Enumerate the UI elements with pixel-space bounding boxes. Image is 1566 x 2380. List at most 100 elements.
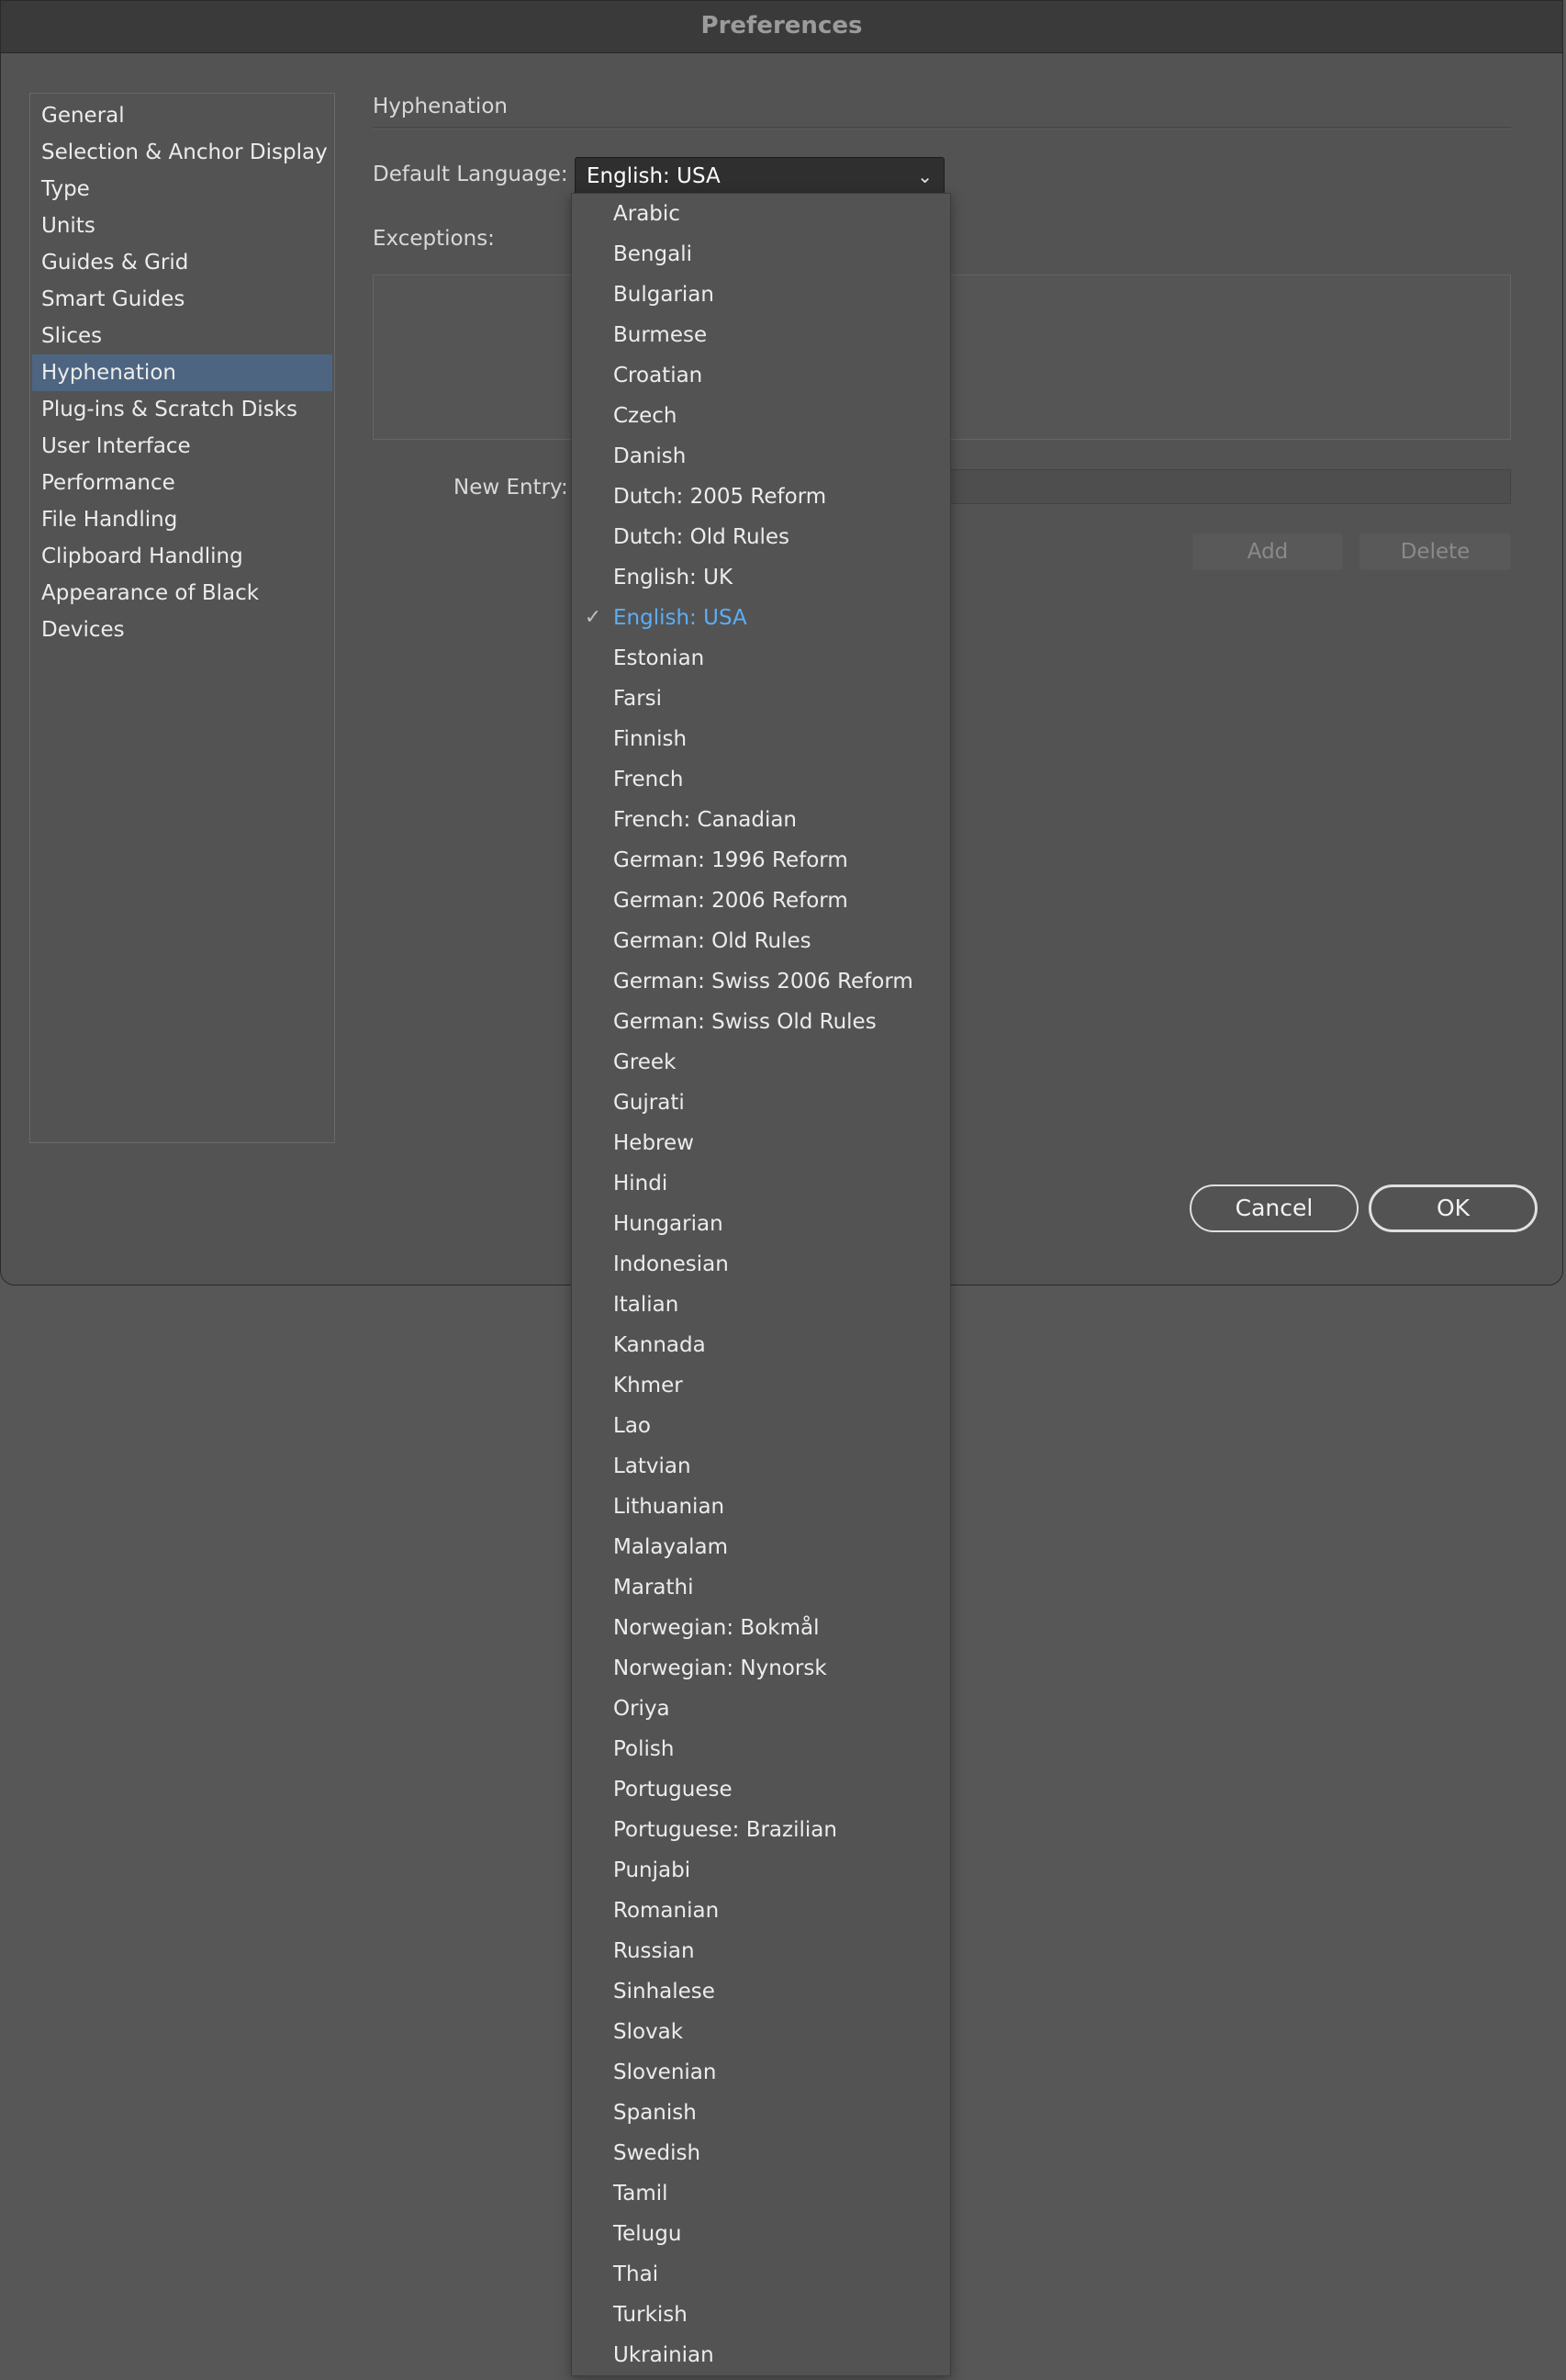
screen: Preferences General Selection & Anchor Di…	[0, 0, 1566, 2380]
sidebar-item-guides-grid[interactable]: Guides & Grid	[32, 244, 332, 281]
language-option-kannada[interactable]: Kannada	[572, 1325, 950, 1365]
sidebar-item-plug-ins-scratch-disks[interactable]: Plug-ins & Scratch Disks	[32, 391, 332, 428]
language-option-label: Burmese	[613, 323, 708, 347]
sidebar-item-general[interactable]: General	[32, 97, 332, 134]
language-option-finnish[interactable]: Finnish	[572, 719, 950, 759]
language-option-label: Dutch: Old Rules	[613, 525, 790, 549]
language-option-greek[interactable]: Greek	[572, 1042, 950, 1083]
language-option-lao[interactable]: Lao	[572, 1406, 950, 1446]
language-option-estonian[interactable]: Estonian	[572, 638, 950, 679]
language-option-ukrainian[interactable]: Ukrainian	[572, 2335, 950, 2375]
sidebar-item-slices[interactable]: Slices	[32, 318, 332, 354]
language-option-punjabi[interactable]: Punjabi	[572, 1850, 950, 1891]
language-option-oriya[interactable]: Oriya	[572, 1689, 950, 1729]
sidebar-item-file-handling[interactable]: File Handling	[32, 501, 332, 538]
delete-button[interactable]: Delete	[1359, 533, 1511, 570]
language-option-turkish[interactable]: Turkish	[572, 2295, 950, 2335]
language-option-marathi[interactable]: Marathi	[572, 1567, 950, 1608]
language-option-burmese[interactable]: Burmese	[572, 315, 950, 355]
language-option-slovenian[interactable]: Slovenian	[572, 2052, 950, 2093]
cancel-button[interactable]: Cancel	[1190, 1184, 1359, 1232]
language-option-label: Bulgarian	[613, 283, 714, 307]
language-option-label: Telugu	[613, 2222, 682, 2246]
sidebar-item-units[interactable]: Units	[32, 208, 332, 244]
language-option-bengali[interactable]: Bengali	[572, 234, 950, 275]
language-option-french[interactable]: French	[572, 759, 950, 800]
language-option-italian[interactable]: Italian	[572, 1285, 950, 1325]
language-option-english-uk[interactable]: English: UK	[572, 557, 950, 598]
language-option-hebrew[interactable]: Hebrew	[572, 1123, 950, 1163]
language-option-label: Finnish	[613, 727, 688, 751]
sidebar-item-smart-guides[interactable]: Smart Guides	[32, 281, 332, 318]
language-option-german-swiss-2006-reform[interactable]: German: Swiss 2006 Reform	[572, 961, 950, 1002]
sidebar-item-appearance-of-black[interactable]: Appearance of Black	[32, 575, 332, 612]
language-option-dutch-old-rules[interactable]: Dutch: Old Rules	[572, 517, 950, 557]
language-option-russian[interactable]: Russian	[572, 1931, 950, 1971]
language-option-arabic[interactable]: Arabic	[572, 194, 950, 234]
ok-button[interactable]: OK	[1369, 1184, 1538, 1232]
language-option-portuguese-brazilian[interactable]: Portuguese: Brazilian	[572, 1810, 950, 1850]
language-option-danish[interactable]: Danish	[572, 436, 950, 477]
language-option-farsi[interactable]: Farsi	[572, 679, 950, 719]
language-option-german-2006-reform[interactable]: German: 2006 Reform	[572, 881, 950, 921]
language-option-dutch-2005-reform[interactable]: Dutch: 2005 Reform	[572, 477, 950, 517]
language-option-label: Danish	[613, 444, 687, 468]
language-option-khmer[interactable]: Khmer	[572, 1365, 950, 1406]
language-option-hindi[interactable]: Hindi	[572, 1163, 950, 1204]
language-option-english-usa[interactable]: ✓ English: USA	[572, 598, 950, 638]
sidebar-item-clipboard-handling[interactable]: Clipboard Handling	[32, 538, 332, 575]
default-language-label: Default Language:	[373, 163, 568, 186]
language-option-label: French	[613, 768, 684, 791]
language-option-norwegian-nynorsk[interactable]: Norwegian: Nynorsk	[572, 1648, 950, 1689]
add-button[interactable]: Add	[1192, 533, 1343, 570]
language-option-label: Estonian	[613, 646, 705, 670]
language-option-hungarian[interactable]: Hungarian	[572, 1204, 950, 1244]
language-option-czech[interactable]: Czech	[572, 396, 950, 436]
language-option-norwegian-bokmal[interactable]: Norwegian: Bokmål	[572, 1608, 950, 1648]
language-option-label: Czech	[613, 404, 677, 428]
language-option-portuguese[interactable]: Portuguese	[572, 1769, 950, 1810]
language-option-polish[interactable]: Polish	[572, 1729, 950, 1769]
language-option-label: Oriya	[613, 1697, 670, 1721]
section-divider	[373, 127, 1511, 129]
language-option-romanian[interactable]: Romanian	[572, 1891, 950, 1931]
language-dropdown-menu[interactable]: Arabic Bengali Bulgarian Burmese Croatian Cze…	[571, 193, 951, 2376]
language-options-list: Arabic Bengali Bulgarian Burmese Croatian Cze…	[572, 194, 950, 2375]
language-option-german-old-rules[interactable]: German: Old Rules	[572, 921, 950, 961]
language-option-label: Portuguese	[613, 1778, 733, 1802]
language-option-french-canadian[interactable]: French: Canadian	[572, 800, 950, 840]
language-option-label: Norwegian: Nynorsk	[613, 1656, 827, 1680]
language-option-label: Greek	[613, 1050, 677, 1074]
sidebar-item-performance[interactable]: Performance	[32, 465, 332, 501]
language-option-gujrati[interactable]: Gujrati	[572, 1083, 950, 1123]
language-option-label: Tamil	[613, 2182, 668, 2206]
language-option-bulgarian[interactable]: Bulgarian	[572, 275, 950, 315]
language-option-telugu[interactable]: Telugu	[572, 2214, 950, 2254]
language-option-label: Latvian	[613, 1454, 691, 1478]
language-option-malayalam[interactable]: Malayalam	[572, 1527, 950, 1567]
language-option-thai[interactable]: Thai	[572, 2254, 950, 2295]
language-option-croatian[interactable]: Croatian	[572, 355, 950, 396]
sidebar-item-selection-anchor-display[interactable]: Selection & Anchor Display	[32, 134, 332, 171]
default-language-select[interactable]: English: USA ⌄	[575, 157, 945, 196]
language-option-tamil[interactable]: Tamil	[572, 2173, 950, 2214]
language-option-slovak[interactable]: Slovak	[572, 2012, 950, 2052]
sidebar-item-devices[interactable]: Devices	[32, 612, 332, 648]
language-option-label: Hungarian	[613, 1212, 723, 1236]
language-option-german-1996-reform[interactable]: German: 1996 Reform	[572, 840, 950, 881]
language-option-sinhalese[interactable]: Sinhalese	[572, 1971, 950, 2012]
language-option-lithuanian[interactable]: Lithuanian	[572, 1487, 950, 1527]
language-option-indonesian[interactable]: Indonesian	[572, 1244, 950, 1285]
language-option-latvian[interactable]: Latvian	[572, 1446, 950, 1487]
section-title: Hyphenation	[373, 95, 508, 118]
exceptions-label: Exceptions:	[373, 227, 495, 251]
window-title: Preferences	[1, 1, 1562, 53]
sidebar-item-hyphenation[interactable]: Hyphenation	[32, 354, 332, 391]
sidebar-item-type[interactable]: Type	[32, 171, 332, 208]
language-option-spanish[interactable]: Spanish	[572, 2093, 950, 2133]
language-option-label: Spanish	[613, 2101, 697, 2125]
language-option-swedish[interactable]: Swedish	[572, 2133, 950, 2173]
sidebar-item-user-interface[interactable]: User Interface	[32, 428, 332, 465]
language-option-label: Ukrainian	[613, 2343, 714, 2367]
language-option-german-swiss-old-rules[interactable]: German: Swiss Old Rules	[572, 1002, 950, 1042]
